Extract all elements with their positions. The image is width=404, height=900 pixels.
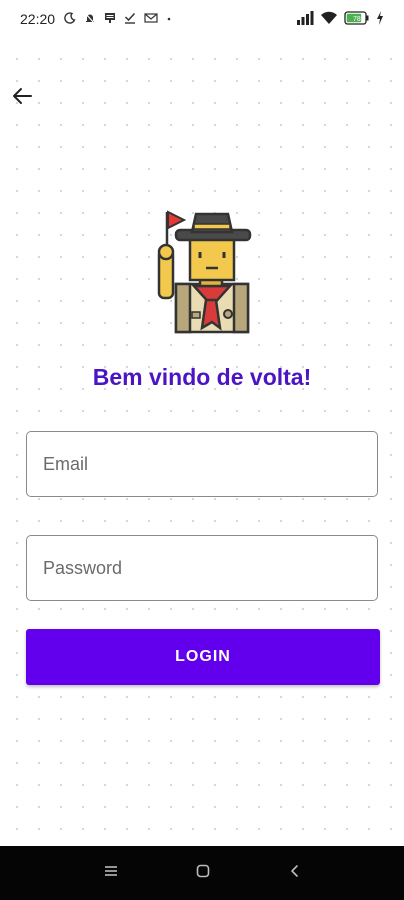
check-icon — [124, 11, 136, 29]
mail-icon — [144, 11, 158, 29]
moon-icon — [64, 11, 76, 29]
menu-icon — [103, 864, 119, 883]
arrow-left-icon — [10, 84, 34, 113]
notification-icon — [84, 11, 96, 29]
email-field[interactable] — [26, 431, 378, 497]
signal-icon — [296, 11, 314, 30]
navigation-bar — [0, 846, 404, 900]
wifi-icon — [320, 11, 338, 30]
battery-level: 78 — [353, 16, 361, 23]
status-time: 22:20 — [20, 11, 56, 27]
battery-icon: 78 — [344, 11, 370, 30]
password-field[interactable] — [26, 535, 378, 601]
dot-icon — [166, 11, 172, 29]
password-input[interactable] — [27, 536, 377, 600]
charging-icon — [376, 11, 384, 30]
back-icon — [287, 863, 303, 884]
status-bar: 22:20 78 — [0, 0, 404, 40]
nav-home-button[interactable] — [192, 862, 214, 884]
back-button[interactable] — [8, 84, 36, 112]
nav-back-button[interactable] — [284, 862, 306, 884]
scout-icon — [154, 210, 252, 336]
status-system-icons: 78 — [296, 11, 384, 30]
home-icon — [195, 863, 211, 884]
message-icon — [104, 11, 116, 29]
email-input[interactable] — [27, 432, 377, 496]
welcome-title: Bem vindo de volta! — [92, 364, 312, 390]
nav-menu-button[interactable] — [100, 862, 122, 884]
login-button[interactable]: LOGIN — [26, 629, 380, 685]
status-notification-icons — [64, 11, 172, 29]
